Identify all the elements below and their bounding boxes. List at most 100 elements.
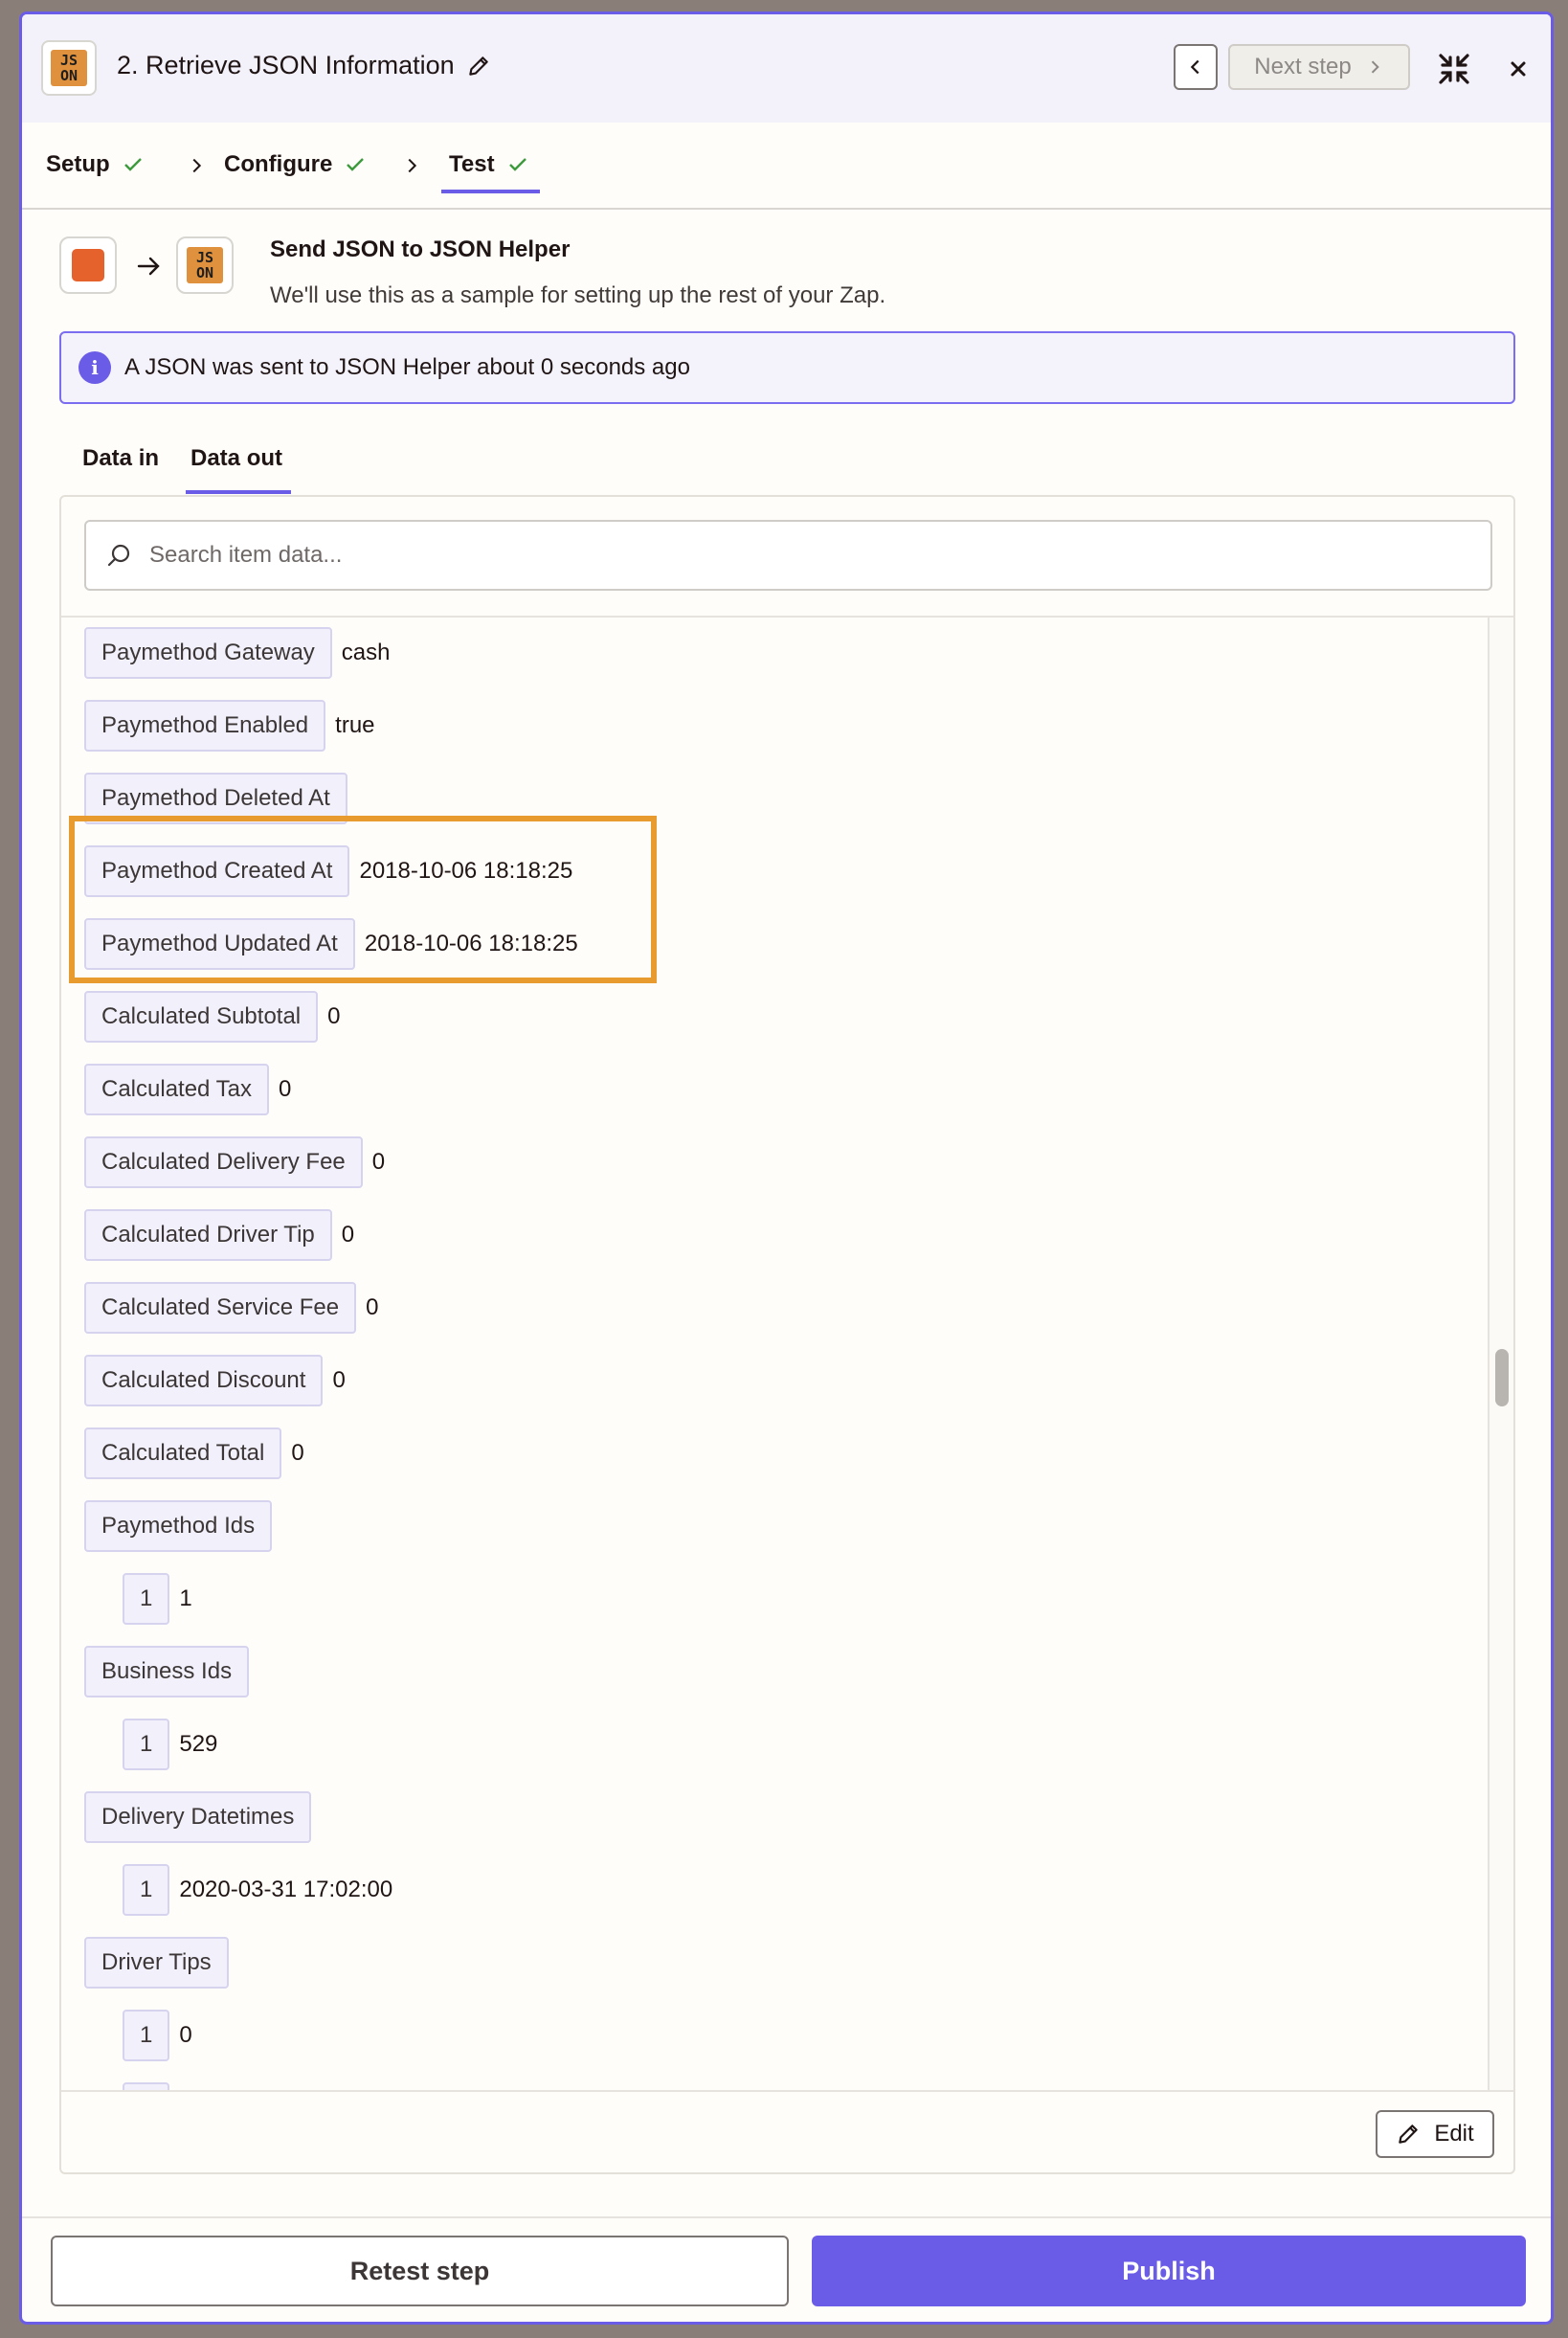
field-key-pill[interactable]: 1 [123,1573,170,1625]
field-value: 0 [179,2022,192,2048]
data-row: Paymethod Enabled true [84,700,375,752]
field-key-pill[interactable]: Business Ids [84,1646,250,1697]
field-key-pill[interactable]: Calculated Delivery Fee [84,1136,363,1188]
nested-list-item: 1 529 [123,1719,217,1770]
send-title: Send JSON to JSON Helper [270,236,571,262]
chevron-right-icon [408,158,417,173]
panel-header: JS ON 2. Retrieve JSON Information Next … [22,14,1551,123]
field-key-pill[interactable]: Calculated Subtotal [84,991,319,1043]
tab-configure[interactable]: Configure [224,151,367,178]
data-row: Calculated Total 0 [84,1428,304,1479]
divider [61,2090,1513,2092]
field-key-pill[interactable]: 2 [123,2082,170,2090]
data-row: Paymethod Ids [84,1500,281,1552]
search-input[interactable] [149,542,1394,569]
nested-list-item: 10 [123,2010,192,2061]
tab-test-label: Test [449,151,495,177]
field-value: 0 [366,1294,379,1320]
step-editor-panel: JS ON 2. Retrieve JSON Information Next … [19,11,1554,2325]
field-value: 0 [278,1076,292,1102]
field-key-pill[interactable]: Paymethod Enabled [84,700,326,752]
info-banner: i A JSON was sent to JSON Helper about 0… [59,331,1515,404]
tab-setup[interactable]: Setup [46,151,145,178]
field-value: 0 [371,1149,386,1175]
chevron-left-icon [1190,59,1199,75]
send-subtitle: We'll use this as a sample for setting u… [270,282,886,308]
step-title: 2. Retrieve JSON Information [117,51,455,79]
json-icon-line-1: JS [195,249,214,266]
active-step-indicator [441,190,540,193]
search-icon [107,544,130,567]
field-value: 0 [291,1440,304,1466]
json-helper-app-icon: JS ON [176,236,234,294]
check-icon [347,158,365,171]
retest-step-button[interactable]: Retest step [51,2236,789,2306]
json-icon-line-1: JS [59,52,78,69]
data-row: Calculated Service Fee 0 [84,1282,378,1334]
next-step-label: Next step [1254,54,1352,79]
field-key-pill[interactable]: 1 [123,1864,170,1916]
divider [22,2216,1551,2218]
field-key-pill[interactable]: Calculated Service Fee [84,1282,357,1334]
field-key-pill[interactable]: Calculated Discount [84,1355,324,1406]
field-key-pill[interactable]: Driver Tips [84,1937,229,1989]
next-step-button[interactable]: Next step [1228,44,1410,90]
data-row: Calculated Tax 0 [84,1064,291,1115]
field-value: 1 [179,1585,192,1611]
info-text: A JSON was sent to JSON Helper about 0 s… [124,354,690,380]
edit-label: Edit [1434,2121,1474,2147]
check-icon [508,158,526,171]
info-icon: i [78,351,111,384]
data-row: Calculated Driver Tip 0 [84,1209,354,1261]
data-row: Business Ids [84,1646,258,1697]
collapse-icon[interactable] [1435,50,1473,88]
data-row: Paymethod Gateway cash [84,627,391,679]
field-value: 0 [327,1003,341,1029]
tab-data-out[interactable]: Data out [190,445,282,472]
json-icon-line-2: ON [195,264,214,281]
data-row: Calculated Subtotal 0 [84,991,341,1043]
search-box[interactable] [84,520,1492,591]
step-tabs: Setup Configure Test [22,123,1551,210]
json-icon-line-2: ON [59,67,78,84]
field-key-pill[interactable]: Calculated Total [84,1428,282,1479]
field-value: 0 [332,1367,346,1393]
arrow-right-icon [137,257,160,276]
field-value: cash [341,640,391,665]
previous-step-button[interactable] [1174,44,1218,90]
source-app-icon [59,236,117,294]
pencil-icon [1399,2124,1419,2144]
highlight-box [69,816,657,983]
field-value: 529 [179,1731,218,1757]
close-icon[interactable] [1502,53,1534,85]
chevron-right-icon [192,158,202,173]
field-key-pill[interactable]: Paymethod Ids [84,1500,273,1552]
data-row: Calculated Delivery Fee 0 [84,1136,385,1188]
edit-title-pencil-icon[interactable] [466,54,491,79]
field-value: 0 [341,1222,355,1248]
field-key-pill[interactable]: 1 [123,2010,170,2061]
publish-button[interactable]: Publish [812,2236,1526,2306]
field-key-pill[interactable]: Calculated Driver Tip [84,1209,332,1261]
data-row: Delivery Datetimes [84,1791,321,1843]
field-key-pill[interactable]: Calculated Tax [84,1064,269,1115]
field-value: true [335,712,375,738]
data-out-panel: Paymethod Gateway cash Paymethod Enabled tr… [59,495,1515,2174]
tab-data-in[interactable]: Data in [82,445,159,472]
data-row: Calculated Discount 0 [84,1355,346,1406]
check-icon [123,158,142,171]
edit-button[interactable]: Edit [1376,2110,1494,2158]
chevron-right-icon [1371,60,1379,74]
field-key-pill[interactable]: Delivery Datetimes [84,1791,312,1843]
tab-setup-label: Setup [46,151,110,177]
json-app-icon: JS ON [41,40,97,96]
tab-test[interactable]: Test [449,151,529,178]
tab-configure-label: Configure [224,151,333,177]
scrollbar-thumb[interactable] [1495,1349,1509,1406]
nested-list-item: 1 2020-03-31 17:02:00 [123,1864,392,1916]
nested-list-item: 11 [123,1573,192,1625]
field-key-pill[interactable]: Paymethod Gateway [84,627,332,679]
active-tab-indicator [186,490,291,494]
field-key-pill[interactable]: 1 [123,1719,170,1770]
scrollbar[interactable] [1488,618,1513,2090]
